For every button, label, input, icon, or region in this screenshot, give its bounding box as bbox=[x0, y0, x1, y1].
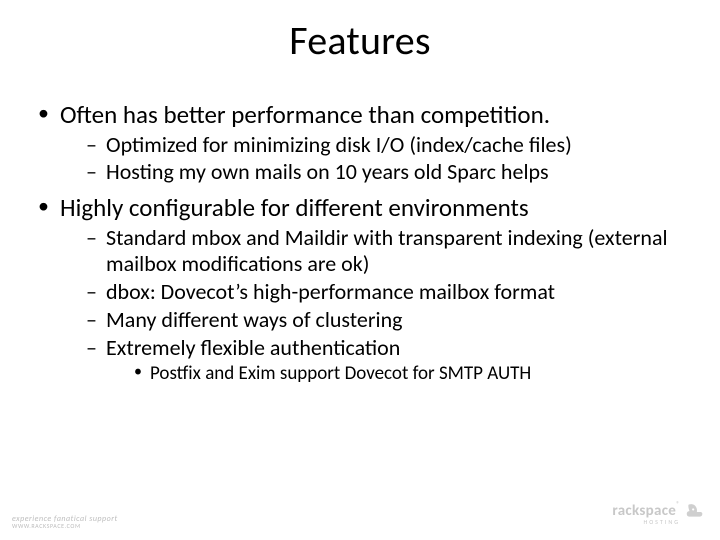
brand-name: rackspace® bbox=[612, 504, 680, 519]
footer-tagline: experience fanatical support WWW.RACKSPA… bbox=[12, 515, 118, 530]
slide-title: Features bbox=[0, 16, 720, 65]
bullet-list: Often has better performance than compet… bbox=[36, 100, 684, 385]
bullet-l3: Postfix and Exim support Dovecot for SMT… bbox=[134, 363, 684, 385]
bullet-text: Standard mbox and Maildir with transpare… bbox=[106, 224, 668, 277]
rackspace-logo-icon bbox=[684, 501, 706, 528]
bullet-l2: dbox: Dovecot’s high-performance mailbox… bbox=[86, 279, 684, 305]
bullet-sublist: Optimized for minimizing disk I/O (index… bbox=[60, 132, 684, 186]
bullet-l1: Highly configurable for different enviro… bbox=[36, 193, 684, 385]
bullet-subsublist: Postfix and Exim support Dovecot for SMT… bbox=[106, 363, 684, 385]
bullet-l2: Standard mbox and Maildir with transpare… bbox=[86, 225, 684, 277]
bullet-l1: Often has better performance than compet… bbox=[36, 100, 684, 185]
bullet-text: Optimized for minimizing disk I/O (index… bbox=[106, 131, 572, 158]
brand-text-block: rackspace® HOSTING bbox=[612, 504, 680, 526]
bullet-l2: Optimized for minimizing disk I/O (index… bbox=[86, 132, 684, 158]
bullet-l2: Extremely flexible authentication Postfi… bbox=[86, 335, 684, 385]
bullet-text: dbox: Dovecot’s high-performance mailbox… bbox=[106, 278, 555, 305]
bullet-text: Hosting my own mails on 10 years old Spa… bbox=[106, 158, 549, 185]
bullet-text: Postfix and Exim support Dovecot for SMT… bbox=[150, 362, 531, 385]
slide: Features Often has better performance th… bbox=[0, 0, 720, 540]
tagline-url: WWW.RACKSPACE.COM bbox=[12, 523, 118, 530]
bullet-l2: Many different ways of clustering bbox=[86, 307, 684, 333]
bullet-sublist: Standard mbox and Maildir with transpare… bbox=[60, 225, 684, 385]
bullet-text: Highly configurable for different enviro… bbox=[60, 192, 529, 223]
bullet-text: Many different ways of clustering bbox=[106, 306, 403, 333]
footer-brand: rackspace® HOSTING bbox=[612, 501, 706, 528]
bullet-l2: Hosting my own mails on 10 years old Spa… bbox=[86, 159, 684, 185]
bullet-text: Extremely flexible authentication bbox=[106, 334, 400, 361]
slide-body: Often has better performance than compet… bbox=[36, 100, 684, 393]
bullet-text: Often has better performance than compet… bbox=[60, 99, 550, 130]
